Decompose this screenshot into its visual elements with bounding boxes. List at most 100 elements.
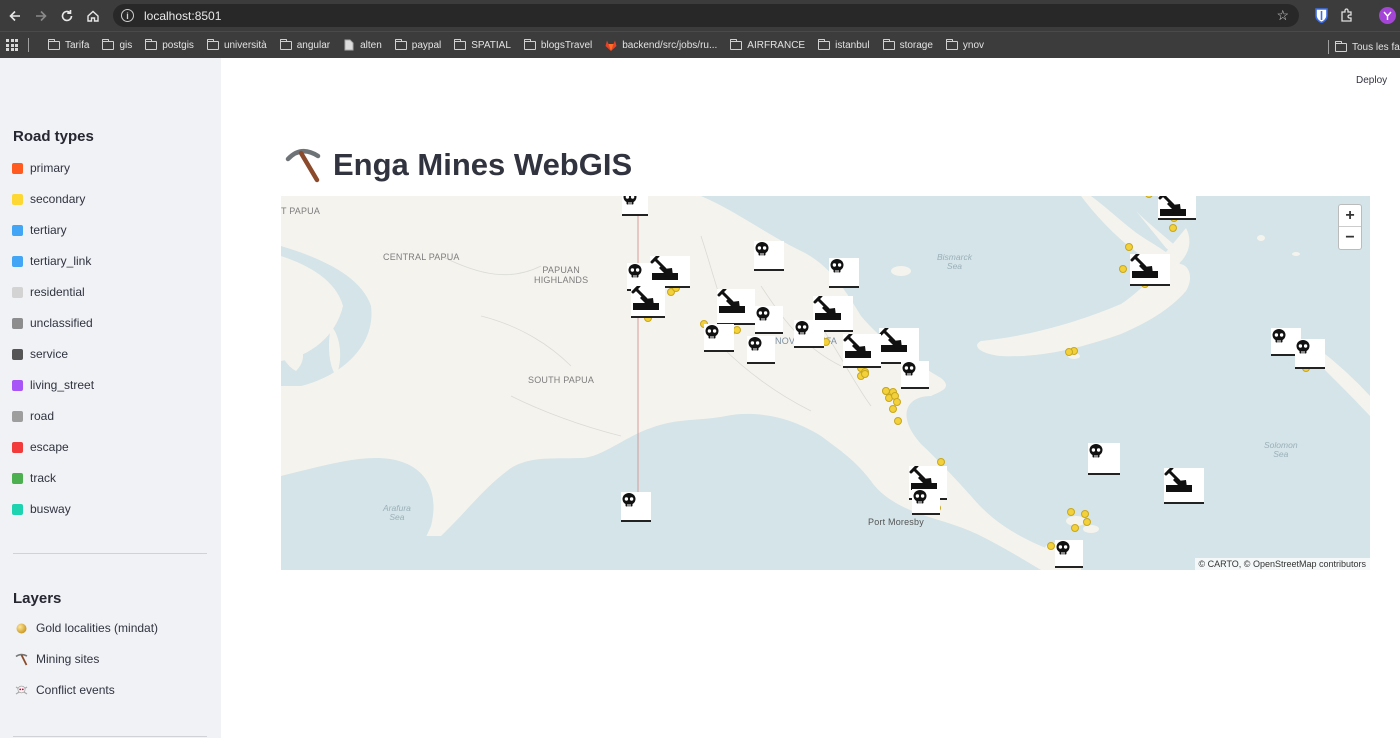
legend-item-unclassified: unclassified (12, 316, 93, 330)
conflict-event-marker[interactable] (912, 489, 940, 515)
legend-swatch (12, 286, 23, 298)
legend-swatch (12, 348, 23, 360)
bookmark-tarifa[interactable]: Tarifa (48, 38, 89, 51)
bookmark-backend[interactable]: backend/src/jobs/ru... (605, 39, 717, 51)
mining-site-marker[interactable] (1158, 196, 1196, 220)
forward-icon[interactable] (28, 3, 54, 29)
conflict-event-marker[interactable] (755, 306, 783, 334)
conflict-event-marker[interactable] (1295, 339, 1325, 369)
bookmark-ynov[interactable]: ynov (945, 38, 984, 51)
legend-swatch (12, 317, 23, 329)
bookmark-angular[interactable]: angular (279, 38, 330, 51)
legend-label: living_street (30, 378, 95, 392)
mining-site-marker[interactable] (843, 334, 881, 368)
legend-label: track (30, 471, 57, 485)
bookmarks-separator (28, 38, 35, 52)
bookmark-alten[interactable]: alten (343, 39, 382, 51)
mining-site-marker[interactable] (879, 328, 919, 364)
gold-locality-marker[interactable] (937, 458, 945, 466)
legend-swatch (12, 255, 23, 267)
legend-item-track: track (12, 471, 56, 485)
legend-swatch (12, 503, 23, 515)
zoom-out-button[interactable]: − (1339, 227, 1361, 249)
gold-locality-marker[interactable] (1125, 243, 1133, 251)
layer-item-gold[interactable]: Gold localities (mindat) (14, 621, 158, 635)
gold-locality-marker[interactable] (1083, 518, 1091, 526)
legend-swatch (12, 193, 23, 205)
address-bar[interactable]: i localhost:8501 ☆ (113, 4, 1299, 27)
bookmark-storage[interactable]: storage (882, 38, 933, 51)
mining-site-marker[interactable] (1130, 254, 1170, 286)
layer-item-conflict[interactable]: Conflict events (14, 683, 115, 697)
conflict-event-marker[interactable] (754, 241, 784, 271)
gold-locality-marker[interactable] (733, 326, 741, 334)
conflict-event-marker[interactable] (829, 258, 859, 288)
mine-shovel-icon (650, 256, 678, 280)
conflict-event-marker[interactable] (622, 196, 648, 216)
layer-item-mining[interactable]: Mining sites (14, 652, 99, 666)
gold-locality-marker[interactable] (861, 370, 869, 378)
bookmark-blogstravel[interactable]: blogsTravel (523, 38, 592, 51)
bookmark-airfrance[interactable]: AIRFRANCE (730, 38, 805, 51)
bookmark-spatial[interactable]: SPATIAL (454, 38, 511, 51)
gold-locality-marker[interactable] (1067, 508, 1075, 516)
mining-site-marker[interactable] (631, 286, 665, 318)
home-icon[interactable] (80, 3, 106, 29)
gold-locality-marker[interactable] (1169, 224, 1177, 232)
conflict-event-marker[interactable] (1055, 540, 1083, 568)
map-view[interactable]: T PAPUA CENTRAL PAPUA PAPUAN HIGHLANDS S… (281, 196, 1370, 570)
gold-locality-marker[interactable] (1065, 348, 1073, 356)
legend-label: road (30, 409, 55, 423)
skull-icon (623, 196, 637, 205)
back-icon[interactable] (2, 3, 28, 29)
bookmark-postgis[interactable]: postgis (145, 38, 194, 51)
legend-swatch (12, 441, 23, 453)
extensions-icon[interactable] (1339, 6, 1355, 24)
bookmark-label: postgis (162, 39, 194, 51)
skull-icon (628, 264, 642, 278)
legend-item-living-street: living_street (12, 378, 94, 392)
map-label: NOV (775, 336, 796, 346)
conflict-event-marker[interactable] (901, 361, 929, 389)
skull-icon (755, 242, 769, 256)
skull-icon (1272, 329, 1286, 343)
skull-icon (622, 493, 636, 507)
gold-locality-marker[interactable] (1119, 265, 1127, 273)
mine-shovel-icon (1130, 254, 1158, 278)
bookmark-paypal[interactable]: paypal (394, 38, 441, 51)
deploy-button[interactable]: Deploy (1356, 75, 1387, 86)
mine-shovel-icon (717, 289, 745, 313)
apps-grid-icon[interactable] (6, 39, 18, 51)
page-title-text: Enga Mines WebGIS (333, 147, 633, 182)
skull-icon (830, 259, 844, 273)
conflict-event-marker[interactable] (621, 492, 651, 522)
bookmark-gis[interactable]: gis (102, 38, 132, 51)
conflict-event-marker[interactable] (704, 324, 734, 352)
profile-avatar[interactable] (1378, 6, 1396, 24)
bookmark-istanbul[interactable]: istanbul (818, 38, 870, 51)
gold-locality-marker[interactable] (1081, 510, 1089, 518)
bookmark-label: istanbul (835, 39, 870, 51)
mining-site-marker[interactable] (650, 256, 690, 288)
skull-icon (1296, 340, 1310, 354)
bookmark-label: alten (360, 39, 382, 51)
gold-locality-marker[interactable] (889, 405, 897, 413)
bookmark-star-icon[interactable]: ☆ (1276, 7, 1289, 24)
conflict-event-marker[interactable] (794, 320, 824, 348)
password-manager-icon[interactable] (1313, 6, 1329, 24)
reload-icon[interactable] (54, 3, 80, 29)
gold-locality-marker[interactable] (882, 387, 890, 395)
gold-locality-marker[interactable] (894, 417, 902, 425)
page-title: Enga Mines WebGIS (285, 143, 632, 187)
conflict-event-marker[interactable] (1088, 443, 1120, 475)
zoom-in-button[interactable]: + (1339, 205, 1361, 227)
gold-locality-marker[interactable] (1047, 542, 1055, 550)
gold-locality-marker[interactable] (1071, 524, 1079, 532)
mining-site-marker[interactable] (1164, 468, 1204, 504)
all-bookmarks-folder[interactable]: Tous les fa (1328, 40, 1400, 54)
bookmark-universita[interactable]: università (206, 38, 267, 51)
conflict-event-marker[interactable] (747, 336, 775, 364)
site-info-icon[interactable]: i (121, 9, 134, 22)
folder-icon (145, 38, 158, 50)
mining-site-marker[interactable] (717, 289, 755, 325)
